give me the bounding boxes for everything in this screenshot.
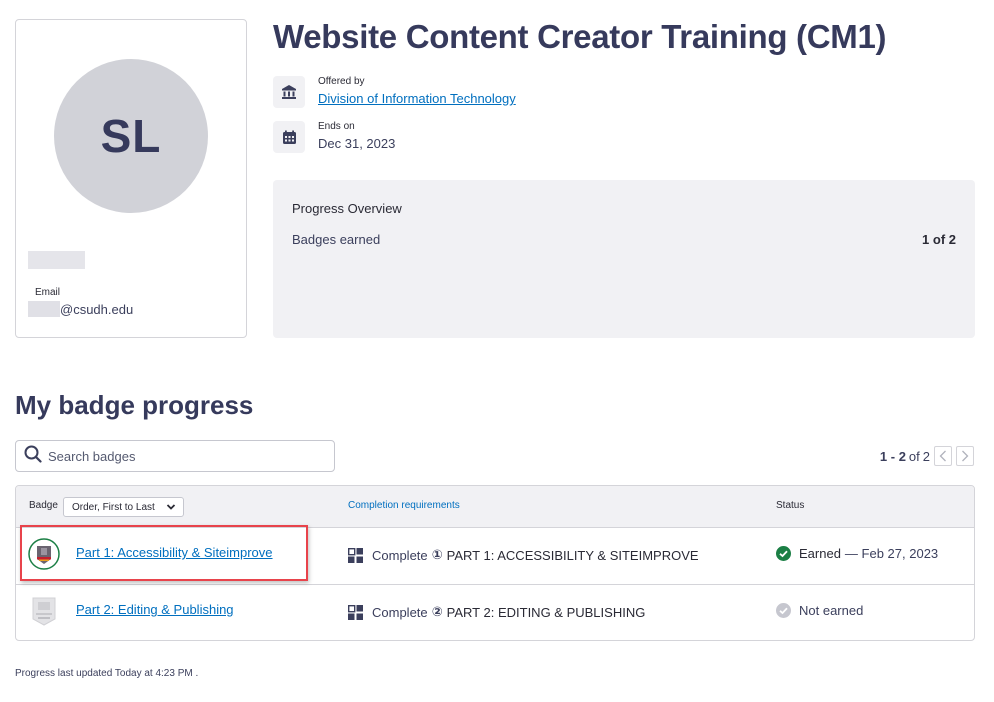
header-badge: Badge (29, 500, 58, 511)
institution-icon (273, 76, 305, 108)
pager-range: 1 - 2 (879, 448, 906, 464)
last-updated-text: Progress last updated Today at 4:23 PM . (15, 668, 199, 679)
check-circle-icon (776, 603, 791, 618)
badge-editing-icon (28, 595, 60, 627)
email-domain: @csudh.edu (60, 301, 134, 317)
sort-order-select[interactable]: Order, First to Last (63, 497, 184, 517)
status-label: Earned (799, 546, 841, 561)
pager-total: 2 (922, 448, 930, 464)
email-value: @csudh.edu (28, 301, 133, 317)
chevron-left-icon (939, 450, 946, 462)
prev-page-button[interactable] (934, 446, 952, 466)
progress-overview-title: Progress Overview (292, 201, 402, 216)
section-title: My badge progress (15, 390, 254, 420)
redacted-email-user (28, 301, 60, 317)
next-page-button[interactable] (956, 446, 974, 466)
pagination: 1 - 2 of 2 (880, 446, 974, 466)
badge-accessibility-icon (28, 538, 60, 570)
check-circle-icon (776, 546, 791, 561)
table-header: Badge Order, First to Last Completion re… (16, 486, 974, 528)
ends-on-value: Dec 31, 2023 (318, 136, 396, 151)
ends-on-label: Ends on (318, 121, 355, 132)
status-earned: Earned — Feb 27, 2023 (776, 546, 938, 561)
redacted-name (28, 251, 85, 269)
badge-link-part-1[interactable]: Part 1: Accessibility & Siteimprove (76, 545, 273, 560)
completion-requirement: Complete ① PART 1: ACCESSIBILITY & SITEI… (348, 547, 699, 563)
email-label: Email (35, 287, 61, 298)
status-not-earned: Not earned (776, 603, 863, 618)
header-completion-requirements[interactable]: Completion requirements (348, 500, 460, 511)
avatar: SL (54, 59, 208, 213)
badges-table: Badge Order, First to Last Completion re… (15, 485, 975, 641)
pager-of: of (908, 448, 920, 464)
status-date: — Feb 27, 2023 (844, 546, 939, 561)
calendar-icon (273, 121, 305, 153)
profile-card: SL Email @csudh.edu (15, 19, 247, 338)
offered-by-link[interactable]: Division of Information Technology (318, 91, 516, 106)
progress-overview: Progress Overview Badges earned 1 of 2 (273, 180, 975, 338)
requirement-number: ② (431, 604, 443, 619)
table-row: Part 1: Accessibility & Siteimprove Comp… (16, 528, 974, 585)
search-input[interactable] (48, 448, 308, 464)
badges-earned-value: 1 of 2 (922, 232, 956, 247)
requirement-prefix: Complete (372, 604, 428, 620)
chevron-right-icon (962, 450, 969, 462)
search-box[interactable] (15, 440, 335, 472)
search-icon (24, 445, 42, 468)
badges-earned-label: Badges earned (292, 232, 381, 247)
offered-by-label: Offered by (318, 76, 365, 87)
completion-requirement: Complete ② PART 2: EDITING & PUBLISHING (348, 604, 645, 620)
badge-link-part-2[interactable]: Part 2: Editing & Publishing (76, 602, 234, 617)
status-label: Not earned (799, 603, 864, 618)
ends-on: Ends on Dec 31, 2023 (273, 121, 395, 153)
sort-order-value: Order, First to Last (72, 501, 155, 513)
page-title: Website Content Creator Training (CM1) (273, 18, 887, 55)
requirement-name: PART 1: ACCESSIBILITY & SITEIMPROVE (446, 547, 699, 563)
requirement-name: PART 2: EDITING & PUBLISHING (446, 604, 646, 620)
requirement-grid-icon (348, 547, 363, 563)
requirement-number: ① (431, 547, 443, 562)
requirement-grid-icon (348, 604, 363, 620)
table-row: Part 2: Editing & Publishing Complete ② … (16, 585, 974, 640)
chevron-down-icon (166, 504, 176, 510)
requirement-prefix: Complete (372, 547, 428, 563)
offered-by: Offered by Division of Information Techn… (273, 76, 516, 108)
header-status: Status (776, 500, 805, 511)
